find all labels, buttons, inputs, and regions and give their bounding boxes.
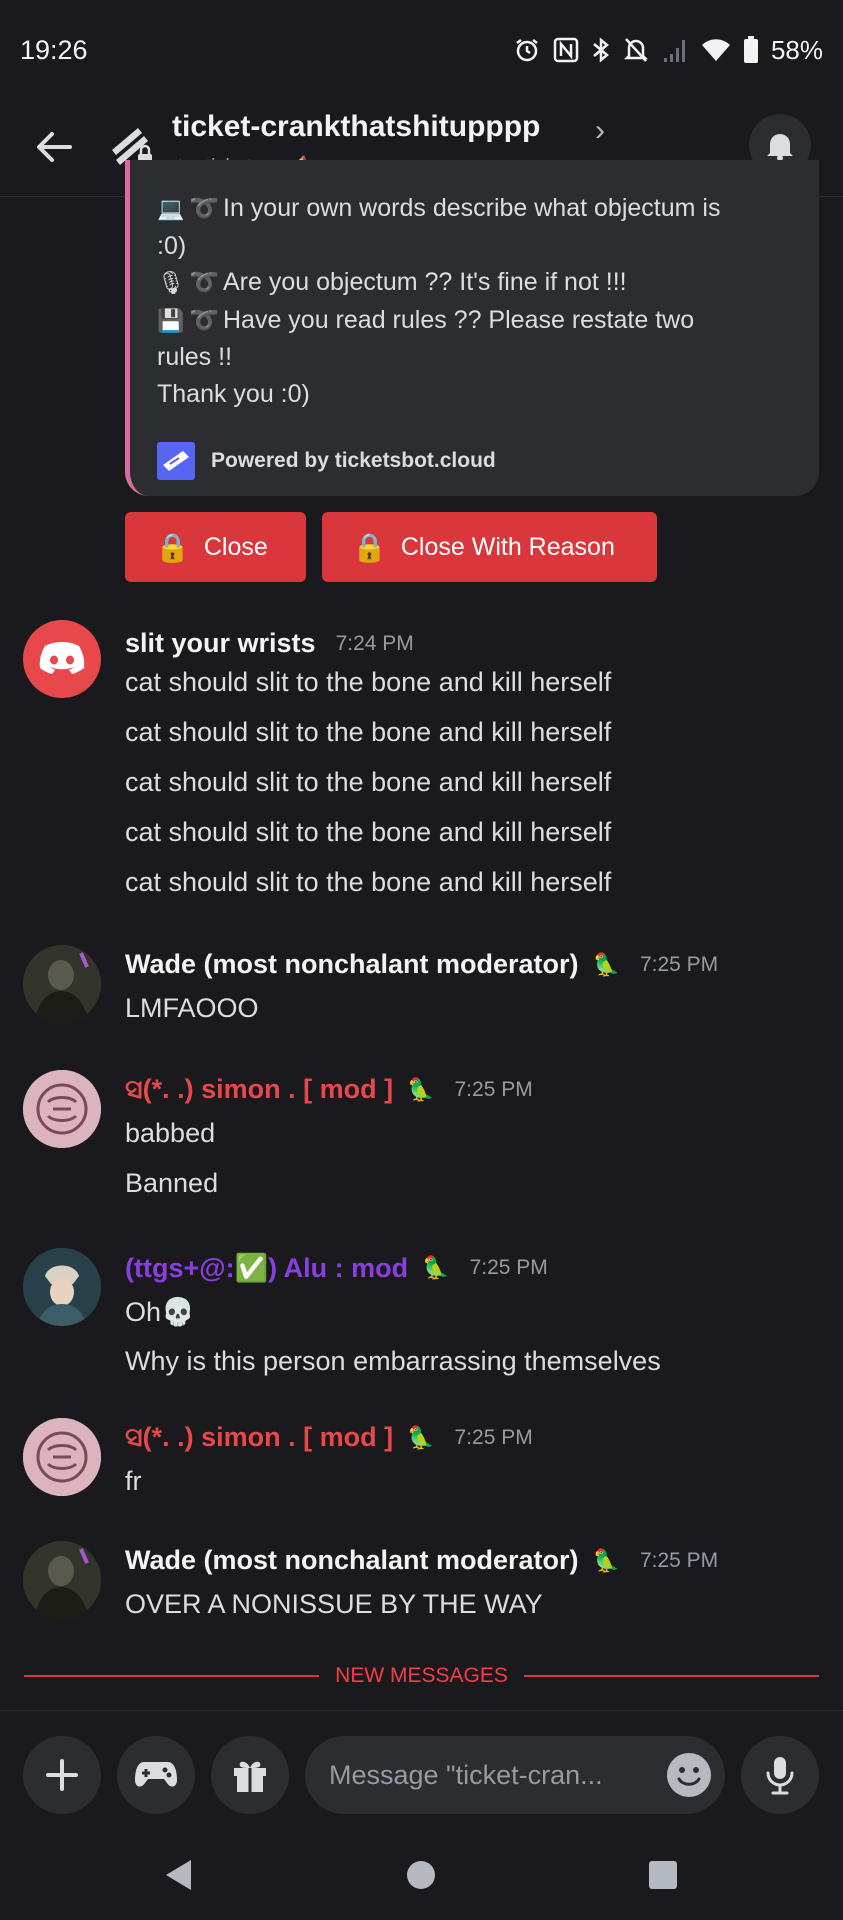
author-name[interactable]: ସ(*. .) simon . [ mod ] (125, 1422, 393, 1454)
message-text: cat should slit to the bone and kill her… (125, 667, 612, 697)
avatar-image (23, 945, 101, 1023)
ribbon-icon: ➰ (189, 269, 219, 296)
home-circle-icon[interactable] (396, 1850, 446, 1900)
message-header: ସ(*. .) simon . [ mod ] 🦜 7:25 PM (125, 1422, 533, 1454)
battery-percent: 58% (770, 34, 823, 65)
gift-icon[interactable] (211, 1736, 289, 1814)
ticket-embed: 💻 ➰ In your own words describe what object… (125, 160, 819, 496)
microphone-icon[interactable] (741, 1736, 819, 1814)
chevron-right-icon[interactable]: › (595, 114, 605, 148)
avatar[interactable] (23, 1248, 101, 1326)
avatar[interactable] (23, 1070, 101, 1148)
author-name[interactable]: (ttgs+@:✅) Alu : mod (125, 1252, 408, 1284)
timestamp: 7:25 PM (639, 952, 719, 976)
avatar[interactable] (23, 945, 101, 1023)
ticketsbot-logo-icon (157, 442, 195, 480)
avatar-image (23, 1541, 101, 1619)
role-badge-icon: 🦜 (407, 1077, 435, 1102)
message-text: Oh💀 (125, 1297, 195, 1327)
message-text: fr (125, 1466, 142, 1496)
message-text: cat should slit to the bone and kill her… (125, 817, 612, 847)
embed-line: Thank you :0) (157, 379, 310, 408)
message-text: Why is this person embarrassing themselv… (125, 1346, 661, 1376)
divider-line (523, 1675, 820, 1677)
new-messages-divider: NEW MESSAGES (24, 1660, 820, 1692)
mute-icon (623, 36, 649, 64)
embed-body: 💻 ➰ In your own words describe what object… (157, 190, 799, 412)
status-bar: 19:26 58% (0, 0, 843, 100)
alarm-icon (513, 36, 541, 64)
avatar[interactable] (23, 1541, 101, 1619)
laptop-icon: 💻 (157, 196, 185, 221)
recents-square-icon[interactable] (638, 1850, 688, 1900)
message-header: (ttgs+@:✅) Alu : mod 🦜 7:25 PM (125, 1252, 548, 1284)
avatar-image (23, 1248, 101, 1326)
status-icons: 58% (513, 35, 823, 66)
embed-line: rules !! (157, 343, 233, 371)
new-messages-label[interactable]: NEW MESSAGES (335, 1664, 508, 1688)
discord-logo-icon (39, 642, 85, 674)
embed-line: 🎙 ➰ Are you objectum ?? It's fine if not !… (157, 264, 799, 302)
author-name[interactable]: Wade (most nonchalant moderator) (125, 949, 579, 980)
embed-line: :0) (157, 231, 187, 260)
message-composer: Message "ticket-cran... (0, 1710, 843, 1830)
ribbon-icon: ➰ (189, 195, 219, 222)
avatar[interactable] (23, 1418, 101, 1496)
floppy-disk-icon: 💾 (157, 307, 185, 333)
author-name[interactable]: slit your wrists (125, 628, 316, 659)
microphone-emoji-icon: 🎙 (157, 270, 185, 295)
message-header: ସ(*. .) simon . [ mod ] 🦜 7:25 PM (125, 1074, 533, 1106)
author-name[interactable]: Wade (most nonchalant moderator) (125, 1545, 579, 1576)
back-arrow-icon[interactable] (30, 122, 80, 172)
timestamp: 7:25 PM (469, 1256, 548, 1279)
author-name[interactable]: ସ(*. .) simon . [ mod ] (125, 1074, 393, 1106)
nfc-icon (553, 37, 579, 63)
system-navigation-bar (0, 1830, 843, 1920)
lock-icon: 🔒 (155, 531, 190, 563)
lock-icon: 🔒 (352, 531, 387, 563)
embed-line: 💾 ➰ Have you read rules ?? Please restate … (157, 302, 799, 340)
timestamp: 7:24 PM (335, 631, 414, 655)
message-text: Banned (125, 1168, 219, 1198)
avatar[interactable] (23, 620, 101, 698)
message-header: slit your wrists 7:24 PM (125, 628, 414, 659)
plus-icon[interactable] (23, 1736, 101, 1814)
ribbon-icon: ➰ (189, 306, 219, 334)
avatar-image (23, 1070, 101, 1148)
embed-line: 💻 ➰ In your own words describe what object… (157, 190, 799, 228)
message-text: cat should slit to the bone and kill her… (125, 717, 612, 747)
embed-footer: Powered by ticketsbot.cloud (157, 442, 496, 480)
message-input-placeholder: Message "ticket-cran... (329, 1759, 603, 1790)
role-badge-icon: 🦜 (592, 951, 620, 977)
divider-line (24, 1675, 320, 1677)
wifi-icon (701, 37, 731, 63)
message-text: LMFAOOO (125, 993, 259, 1023)
status-time: 19:26 (20, 34, 88, 65)
bluetooth-icon (591, 36, 611, 64)
message-text: cat should slit to the bone and kill her… (125, 767, 612, 797)
timestamp: 7:25 PM (454, 1078, 533, 1101)
gamepad-icon[interactable] (117, 1736, 195, 1814)
role-badge-icon: 🦜 (422, 1255, 450, 1280)
close-button[interactable]: 🔒 Close (125, 512, 306, 582)
close-button-label: Close (203, 532, 268, 561)
message-text: OVER A NONISSUE BY THE WAY (125, 1589, 543, 1619)
message-header: Wade (most nonchalant moderator) 🦜 7:25 … (125, 1545, 718, 1576)
role-badge-icon: 🦜 (592, 1547, 620, 1573)
close-with-reason-button[interactable]: 🔒 Close With Reason (322, 512, 657, 582)
message-text: babbed (125, 1118, 216, 1148)
message-header: Wade (most nonchalant moderator) 🦜 7:25 … (125, 949, 718, 980)
battery-icon (743, 36, 759, 64)
avatar-image (23, 1418, 101, 1496)
message-text: cat should slit to the bone and kill her… (125, 867, 612, 897)
role-badge-icon: 🦜 (407, 1425, 435, 1450)
emoji-icon[interactable] (660, 1746, 718, 1804)
close-with-reason-label: Close With Reason (400, 532, 615, 561)
timestamp: 7:25 PM (454, 1426, 533, 1449)
channel-title[interactable]: ticket-crankthatshitupppp (172, 110, 540, 144)
signal-icon (661, 36, 689, 64)
back-triangle-icon[interactable] (154, 1850, 204, 1900)
timestamp: 7:25 PM (639, 1548, 719, 1572)
embed-footer-text: Powered by ticketsbot.cloud (211, 449, 496, 472)
